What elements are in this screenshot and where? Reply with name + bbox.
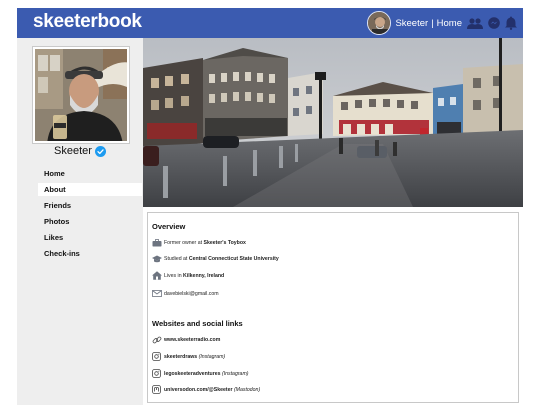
home-place[interactable]: Kilkenny, Ireland — [183, 273, 224, 279]
mastodon-network: (Mastodon) — [233, 386, 261, 393]
sidebar-item-check-ins[interactable]: Check-ins — [38, 247, 142, 260]
profile-page: skeeterbook Skeeter | Home Skeeter Home … — [0, 0, 540, 405]
link-icon — [151, 335, 162, 344]
top-navigation-bar: skeeterbook Skeeter | Home — [17, 8, 523, 38]
profile-name-text: Skeeter — [54, 145, 92, 157]
mastodon-icon — [151, 385, 162, 394]
instagram-network-2: (Instagram) — [221, 370, 249, 377]
work-place[interactable]: Skeeter's Toybox — [204, 240, 246, 246]
briefcase-icon — [151, 238, 162, 247]
left-sidebar: Skeeter Home About Friends Photos Likes … — [17, 38, 143, 405]
verified-check-icon — [94, 145, 106, 157]
mastodon-handle[interactable]: universodon.com/@Skeeter — [164, 387, 232, 393]
website-link[interactable]: www.skeeterradio.com — [164, 337, 220, 343]
nav-separator: | — [431, 17, 434, 29]
nav-avatar-image — [368, 12, 391, 34]
nav-links: Skeeter | Home — [395, 18, 462, 29]
instagram-network-1: (Instagram) — [198, 353, 226, 360]
sidebar-item-likes[interactable]: Likes — [38, 231, 142, 244]
sidebar-item-home[interactable]: Home — [38, 167, 142, 180]
top-nav-right: Skeeter | Home — [367, 10, 517, 36]
about-panel: Overview Former owner at Skeeter's Toybo… — [147, 212, 519, 403]
instagram-row-1: skeeterdraws (Instagram) — [151, 352, 225, 361]
work-prefix: Former owner at — [164, 239, 203, 246]
notifications-bell-icon[interactable] — [505, 16, 517, 30]
overview-heading: Overview — [152, 222, 186, 231]
profile-photo[interactable] — [33, 47, 129, 143]
mastodon-row: universodon.com/@Skeeter (Mastodon) — [151, 385, 260, 394]
email-row: davebielski@gmail.com — [151, 289, 219, 298]
instagram-handle-1[interactable]: skeeterdraws — [164, 354, 197, 360]
sidebar-item-about[interactable]: About — [38, 183, 142, 196]
envelope-icon — [151, 289, 162, 298]
work-row: Former owner at Skeeter's Toybox — [151, 238, 246, 247]
instagram-icon — [151, 369, 162, 378]
messenger-icon[interactable] — [488, 17, 500, 29]
education-place[interactable]: Central Connecticut State University — [189, 256, 279, 262]
profile-name: Skeeter — [17, 145, 143, 157]
instagram-row-2: legoskeeteradventures (Instagram) — [151, 369, 249, 378]
instagram-icon — [151, 352, 162, 361]
education-row: Studied at Central Connecticut State Uni… — [151, 254, 279, 263]
cover-photo-image — [143, 38, 523, 207]
friends-icon[interactable] — [467, 17, 483, 29]
websites-heading: Websites and social links — [152, 319, 243, 328]
education-prefix: Studied at — [164, 255, 188, 262]
skeeterbook-logo[interactable]: skeeterbook — [33, 11, 142, 33]
instagram-handle-2[interactable]: legoskeeteradventures — [164, 371, 221, 377]
sidebar-item-friends[interactable]: Friends — [38, 199, 142, 212]
email-address[interactable]: davebielski@gmail.com — [164, 291, 219, 297]
cover-photo — [143, 38, 523, 207]
nav-home-link[interactable]: Home — [437, 18, 462, 29]
profile-menu: Home About Friends Photos Likes Check-in… — [38, 167, 142, 263]
sidebar-item-photos[interactable]: Photos — [38, 215, 142, 228]
house-icon — [151, 271, 162, 280]
home-row: Lives in Kilkenny, Ireland — [151, 271, 224, 280]
website-row: www.skeeterradio.com — [151, 335, 220, 344]
nav-avatar[interactable] — [367, 11, 392, 35]
nav-profile-link[interactable]: Skeeter — [395, 18, 428, 29]
profile-photo-image — [35, 49, 127, 141]
home-prefix: Lives in — [164, 272, 182, 279]
graduation-cap-icon — [151, 254, 162, 263]
